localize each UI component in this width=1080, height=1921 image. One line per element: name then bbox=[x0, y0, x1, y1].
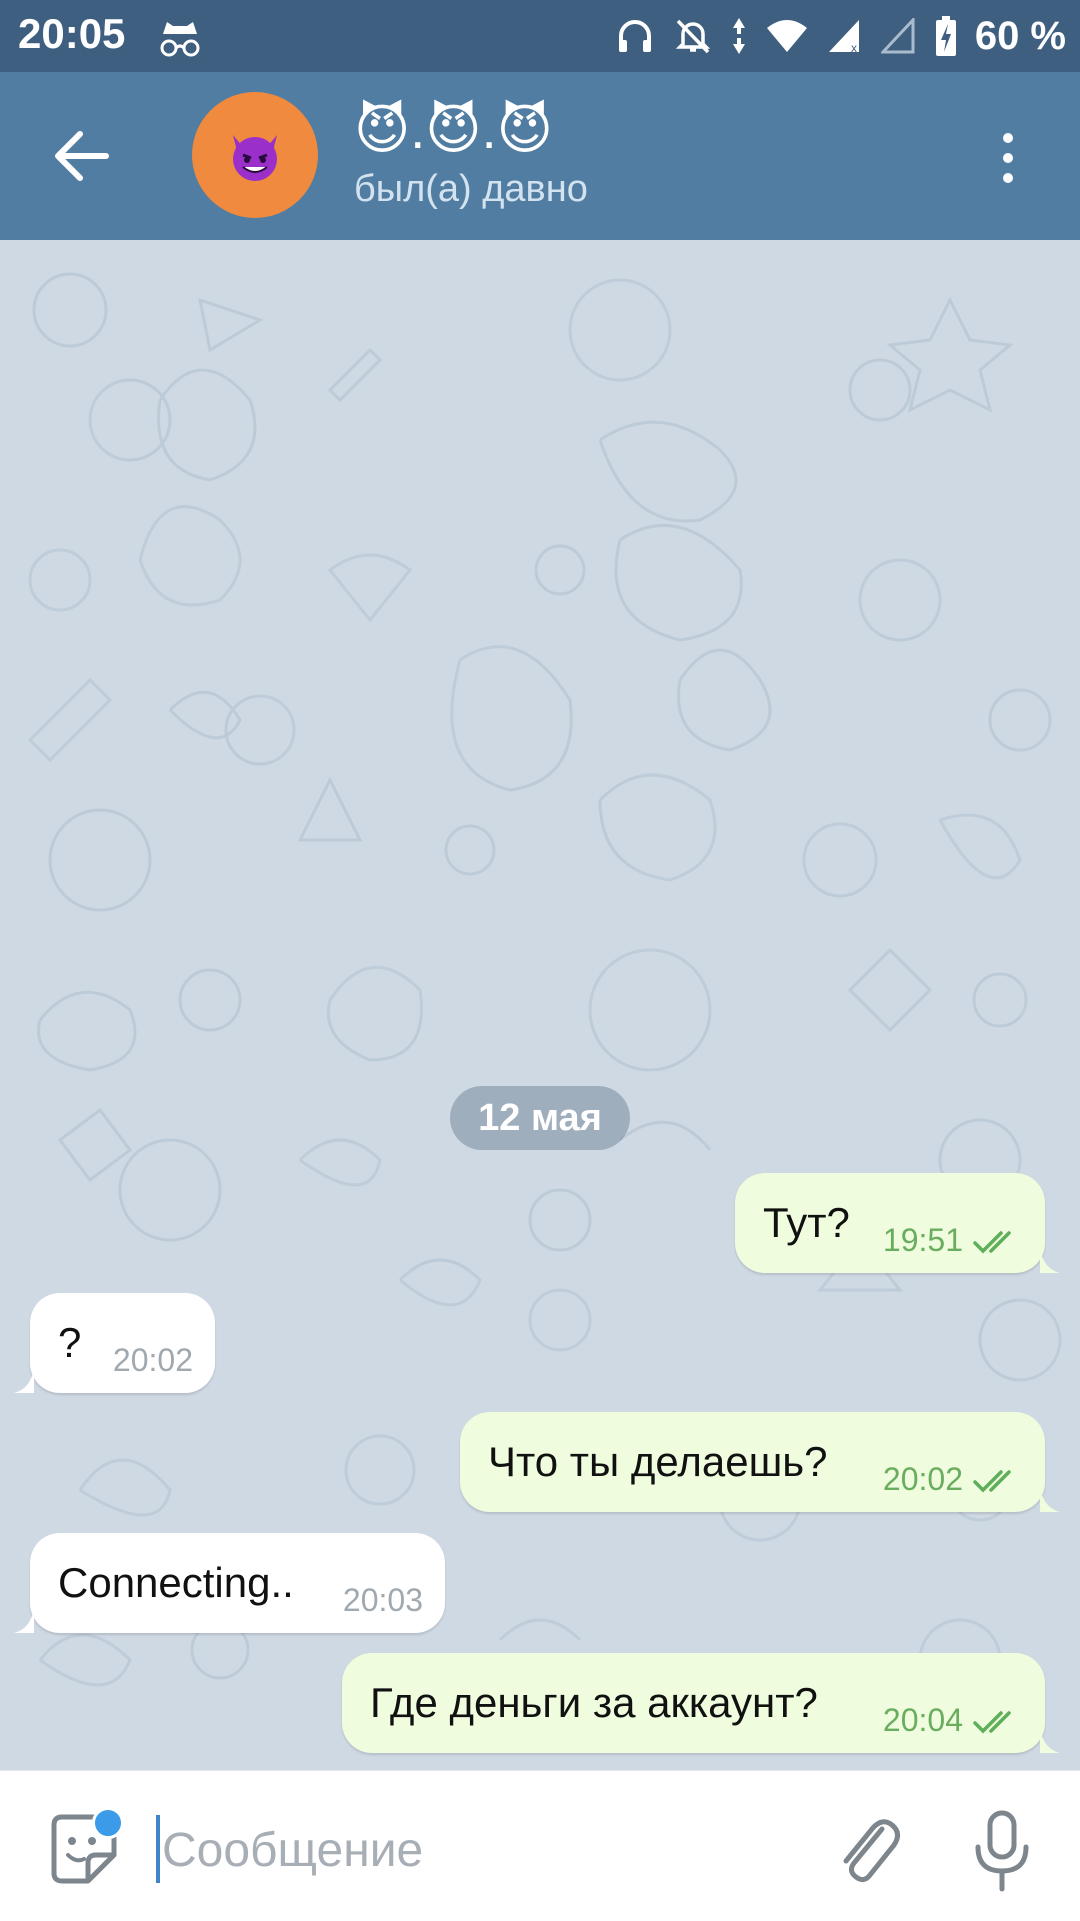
message-outgoing[interactable]: Что ты делаешь? 20:02 bbox=[460, 1412, 1045, 1512]
last-seen-status: был(а) давно bbox=[354, 168, 588, 210]
read-checkmarks-icon bbox=[973, 1711, 1011, 1734]
chat-area[interactable]: 12 мая Тут? 19:51 ? 20:02 Что ты делаешь… bbox=[0, 240, 1080, 1770]
headphones-icon bbox=[618, 20, 651, 52]
data-arrows-icon bbox=[732, 18, 745, 54]
signal-empty-icon bbox=[880, 18, 915, 54]
status-time: 20:05 bbox=[18, 10, 126, 57]
message-outgoing[interactable]: Тут? 19:51 bbox=[735, 1173, 1045, 1273]
more-vertical-icon[interactable] bbox=[990, 128, 1026, 188]
chat-title[interactable]: 😈.😈.😈 bbox=[354, 100, 553, 160]
message-time: 20:02 bbox=[112, 1342, 193, 1378]
notifications-off-icon bbox=[675, 19, 711, 54]
read-checkmarks-icon bbox=[973, 1470, 1011, 1493]
wifi-icon bbox=[766, 20, 807, 52]
status-bar: 20:05 x 60 % bbox=[0, 0, 1080, 72]
message-time: 20:02 bbox=[882, 1461, 963, 1497]
battery-charging-icon bbox=[935, 16, 956, 56]
message-outgoing[interactable]: Где деньги за аккаунт? 20:04 bbox=[342, 1653, 1045, 1753]
message-text: Тут? bbox=[763, 1199, 850, 1246]
message-time: 19:51 bbox=[882, 1222, 963, 1258]
notification-dot bbox=[92, 1807, 124, 1839]
message-text: Где деньги за аккаунт? bbox=[370, 1679, 818, 1726]
message-text: Что ты делаешь? bbox=[488, 1438, 828, 1485]
message-time: 20:03 bbox=[342, 1582, 423, 1618]
signal-icon: x bbox=[828, 20, 859, 54]
bubble-tail bbox=[1040, 1249, 1060, 1273]
message-incoming[interactable]: Connecting.. 20:03 bbox=[30, 1533, 445, 1633]
message-text: ? bbox=[58, 1319, 82, 1366]
bubble-tail bbox=[14, 1609, 34, 1633]
bubble-tail bbox=[14, 1369, 34, 1393]
devil-emoji-icon bbox=[233, 135, 277, 181]
message-time: 20:04 bbox=[882, 1702, 963, 1738]
bubble-tail bbox=[1040, 1729, 1060, 1753]
avatar[interactable] bbox=[192, 92, 318, 218]
chat-header: 😈.😈.😈 был(а) давно bbox=[0, 72, 1080, 240]
incognito-icon bbox=[160, 22, 200, 57]
status-icons: x 60 % bbox=[615, 8, 1066, 64]
microphone-icon[interactable] bbox=[972, 1809, 1032, 1893]
read-checkmarks-icon bbox=[973, 1231, 1011, 1254]
battery-percent: 60 % bbox=[974, 13, 1066, 58]
paperclip-icon[interactable] bbox=[832, 1807, 904, 1891]
message-input[interactable] bbox=[160, 1809, 784, 1891]
bubble-tail bbox=[1040, 1488, 1060, 1512]
svg-text:x: x bbox=[851, 41, 857, 54]
message-input-bar bbox=[0, 1770, 1080, 1921]
message-text: Connecting.. bbox=[58, 1559, 294, 1606]
message-incoming[interactable]: ? 20:02 bbox=[30, 1293, 215, 1393]
date-separator: 12 мая bbox=[450, 1086, 630, 1150]
arrow-left-icon[interactable] bbox=[46, 120, 118, 192]
